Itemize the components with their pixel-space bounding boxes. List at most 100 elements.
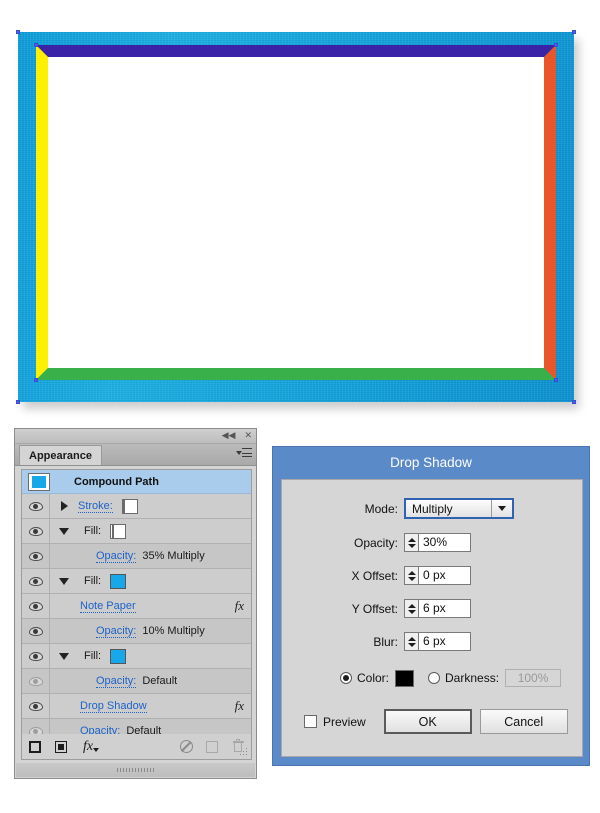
frame-band-left — [36, 45, 48, 380]
fill-swatch-cyan-2[interactable] — [110, 573, 127, 589]
opacity-input[interactable]: 30% — [418, 533, 471, 552]
anchor-point-inner-bottom-right[interactable] — [554, 378, 558, 382]
x-offset-input[interactable]: 0 px — [418, 566, 471, 585]
anchor-point-bottom-right[interactable] — [572, 400, 576, 404]
appearance-row-note-paper[interactable]: Note Paper fx — [22, 594, 251, 619]
y-offset-input[interactable]: 6 px — [418, 599, 471, 618]
blur-stepper[interactable] — [404, 632, 418, 651]
y-offset-stepper[interactable] — [404, 599, 418, 618]
mode-label: Mode: — [364, 501, 398, 516]
anchor-point-inner-top-right[interactable] — [554, 43, 558, 47]
visibility-toggle-stroke[interactable] — [22, 494, 50, 518]
visibility-toggle-opacity-1[interactable] — [22, 544, 50, 568]
appearance-row-fill-2[interactable]: Fill: — [22, 569, 251, 594]
visibility-toggle-opacity-3[interactable] — [22, 669, 50, 693]
fill-label-2: Fill: — [84, 575, 102, 587]
resize-grip-icon[interactable] — [238, 746, 247, 755]
color-radio-label: Color: — [357, 671, 390, 685]
opacity-label-1[interactable]: Opacity: — [96, 550, 137, 563]
eye-icon — [28, 651, 43, 661]
tab-appearance[interactable]: Appearance — [19, 445, 102, 465]
add-new-stroke-button[interactable] — [22, 735, 48, 759]
stroke-swatch-none[interactable] — [121, 498, 138, 514]
field-row-y-offset: Y Offset: 6 px — [282, 599, 582, 618]
close-panel-icon[interactable]: ✕ — [244, 429, 252, 443]
effect-label-note-paper[interactable]: Note Paper — [80, 600, 136, 613]
color-radio[interactable] — [340, 672, 352, 684]
anchor-point-top-right[interactable] — [572, 30, 576, 34]
chevron-down-icon — [491, 500, 512, 517]
mode-dropdown[interactable]: Multiply — [404, 498, 514, 519]
eye-icon-dim — [28, 676, 43, 686]
add-new-stroke-icon — [29, 740, 41, 753]
disclosure-toggle-fill-1[interactable] — [50, 519, 78, 543]
field-row-mode: Mode: Multiply — [282, 498, 582, 519]
eye-icon — [28, 701, 43, 711]
fill-swatch-gradient[interactable] — [110, 523, 127, 539]
panel-flyout-menu-icon[interactable] — [236, 448, 252, 460]
y-offset-label: Y Offset: — [351, 601, 398, 616]
appearance-row-opacity-2[interactable]: Opacity: 10% Multiply — [22, 619, 251, 644]
appearance-row-drop-shadow[interactable]: Drop Shadow fx — [22, 694, 251, 719]
visibility-toggle-fill-2[interactable] — [22, 569, 50, 593]
anchor-point-inner-bottom-left[interactable] — [34, 378, 38, 382]
opacity-label-2[interactable]: Opacity: — [96, 625, 137, 638]
appearance-row-compound-path[interactable]: Compound Path — [22, 470, 251, 494]
preview-checkbox[interactable] — [304, 715, 317, 728]
drop-shadow-dialog: Drop Shadow Mode: Multiply Opacity: 30% … — [272, 446, 590, 766]
eye-icon — [28, 501, 43, 511]
fx-icon-drop-shadow[interactable]: fx — [235, 698, 244, 714]
effect-label-drop-shadow[interactable]: Drop Shadow — [80, 700, 147, 713]
opacity-stepper[interactable] — [404, 533, 418, 552]
appearance-row-fill-1[interactable]: Fill: — [22, 519, 251, 544]
duplicate-item-button[interactable] — [199, 735, 225, 759]
fill-swatch-cyan-3[interactable] — [110, 648, 127, 664]
visibility-toggle-note-paper[interactable] — [22, 594, 50, 618]
disclosure-toggle-stroke[interactable] — [50, 494, 78, 518]
appearance-item-list: Compound Path Stroke: Fill: Opacity: 35%… — [21, 469, 252, 741]
add-new-fill-icon — [55, 740, 67, 753]
disclosure-toggle-fill-2[interactable] — [50, 569, 78, 593]
shadow-color-swatch[interactable] — [395, 669, 415, 687]
disclosure-toggle-fill-3[interactable] — [50, 644, 78, 668]
screen-root: ◀◀ ✕ Appearance Compound Path Stroke: Fi… — [0, 0, 600, 813]
anchor-point-inner-top-left[interactable] — [34, 43, 38, 47]
chevron-down-icon — [59, 577, 69, 585]
x-offset-stepper[interactable] — [404, 566, 418, 585]
appearance-row-opacity-3[interactable]: Opacity: Default — [22, 669, 251, 694]
add-new-fill-button[interactable] — [48, 735, 74, 759]
dialog-title: Drop Shadow — [390, 455, 472, 470]
opacity-label: Opacity: — [353, 535, 398, 550]
fill-label-1: Fill: — [84, 525, 102, 537]
visibility-toggle-opacity-2[interactable] — [22, 619, 50, 643]
visibility-toggle-drop-shadow[interactable] — [22, 694, 50, 718]
frame-band-bottom — [36, 368, 556, 380]
anchor-point-top-left[interactable] — [16, 30, 20, 34]
appearance-panel-footer: fx — [21, 734, 252, 760]
stroke-label[interactable]: Stroke: — [78, 500, 113, 513]
appearance-row-stroke[interactable]: Stroke: — [22, 494, 251, 519]
darkness-radio[interactable] — [428, 672, 441, 684]
opacity-value-3: Default — [142, 675, 178, 687]
compound-path-frame-artwork[interactable] — [16, 30, 576, 404]
add-new-effect-fx-icon: fx — [83, 739, 100, 755]
visibility-toggle-fill-1[interactable] — [22, 519, 50, 543]
add-new-effect-button[interactable]: fx — [74, 735, 108, 759]
cancel-button[interactable]: Cancel — [479, 709, 568, 734]
visibility-toggle-fill-3[interactable] — [22, 644, 50, 668]
object-thumbnail — [28, 472, 50, 491]
appearance-row-opacity-1[interactable]: Opacity: 35% Multiply — [22, 544, 251, 569]
collapse-panel-icon[interactable]: ◀◀ — [222, 429, 236, 443]
clear-appearance-button[interactable] — [173, 735, 199, 759]
ok-button[interactable]: OK — [383, 709, 472, 734]
anchor-point-bottom-left[interactable] — [16, 400, 20, 404]
blur-input[interactable]: 6 px — [418, 632, 471, 651]
fx-icon-note-paper[interactable]: fx — [235, 598, 244, 614]
artboard-canvas — [0, 0, 600, 420]
opacity-label-3[interactable]: Opacity: — [96, 675, 137, 688]
appearance-row-fill-3[interactable]: Fill: — [22, 644, 251, 669]
panel-drag-strip[interactable] — [16, 763, 255, 777]
darkness-input[interactable]: 100% — [505, 669, 562, 687]
eye-icon — [28, 626, 43, 636]
fill-label-3: Fill: — [84, 650, 102, 662]
